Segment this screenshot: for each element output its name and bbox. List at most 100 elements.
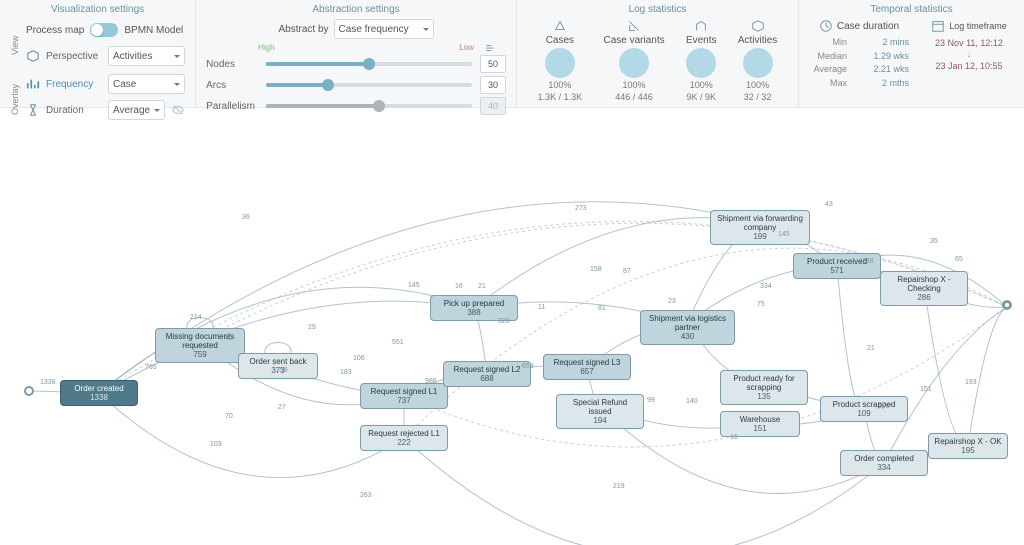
stat-name: Cases — [546, 35, 574, 46]
start-event[interactable] — [24, 386, 34, 396]
node-label: Request rejected L1 — [368, 429, 440, 438]
edge-label: 36 — [242, 214, 250, 221]
clock-icon — [819, 19, 833, 33]
edge-label: 183 — [340, 369, 352, 376]
node-label: Order completed — [854, 454, 914, 463]
edge-label: 193 — [965, 379, 977, 386]
log-title: Log statistics — [527, 4, 788, 15]
stat-dial — [545, 48, 575, 78]
stat-pct: 100% — [548, 80, 571, 90]
arcs-spinner[interactable]: 30 — [480, 76, 506, 94]
timeframe-start: 23 Nov 11, 12:12 — [924, 38, 1014, 48]
activity-node[interactable]: Special Refund issued194 — [556, 394, 644, 429]
stat-events[interactable]: Events 100% 9K / 9K — [686, 19, 717, 102]
low-label: Low — [459, 43, 474, 56]
edge-label: 765 — [145, 364, 157, 371]
edge-label: 140 — [686, 398, 698, 405]
log-timeframe-title: Log timeframe — [949, 21, 1007, 31]
activity-node[interactable]: Missing documents requested759 — [155, 328, 245, 363]
edge-label: 65 — [955, 256, 963, 263]
stat-ratio: 1.3K / 1.3K — [538, 92, 583, 102]
end-event[interactable] — [1002, 300, 1012, 310]
edge-label: 16 — [455, 283, 463, 290]
edge-label: 16 — [730, 434, 738, 441]
frequency-select[interactable]: Case — [108, 74, 185, 94]
edge-label: 103 — [210, 441, 222, 448]
activity-node[interactable]: Product scrapped109 — [820, 396, 908, 422]
perspective-select[interactable]: Activities — [108, 46, 185, 66]
node-count: 151 — [753, 424, 766, 433]
edge-label: 145 — [408, 282, 420, 289]
edge-label: 653 — [522, 363, 534, 370]
node-label: Order sent back — [250, 357, 307, 366]
activity-node[interactable]: Repairshop X - Checking286 — [880, 271, 968, 306]
activity-node[interactable]: Repairshop X - OK195 — [928, 433, 1008, 459]
arcs-slider[interactable] — [266, 83, 472, 87]
node-label: Request signed L2 — [454, 365, 521, 374]
stat-dial — [743, 48, 773, 78]
edge-label: 286 — [862, 258, 874, 265]
stat-pct: 100% — [623, 80, 646, 90]
activity-node[interactable]: Order completed334 — [840, 450, 928, 476]
edge-label: 151 — [920, 386, 932, 393]
stat-ratio: 32 / 32 — [744, 92, 772, 102]
stat-icon — [553, 19, 567, 33]
edge-label: 27 — [278, 404, 286, 411]
nodes-slider[interactable] — [266, 62, 472, 66]
stat-activities[interactable]: Activities 100% 32 / 32 — [738, 19, 777, 102]
edge-label: 258 — [276, 367, 288, 374]
edge-label: 273 — [575, 205, 587, 212]
perspective-label: Perspective — [46, 51, 102, 62]
node-label: Repairshop X - OK — [934, 437, 1001, 446]
duration-row: Median1.29 wks — [809, 50, 909, 64]
activity-node[interactable]: Shipment via logistics partner430 — [640, 310, 735, 345]
node-count: 571 — [830, 266, 843, 275]
activity-node[interactable]: Product received571 — [793, 253, 881, 279]
edge-label: 986 — [425, 378, 437, 385]
edge-label: 219 — [613, 483, 625, 490]
duration-row: Min2 mins — [809, 36, 909, 50]
activity-node[interactable]: Request rejected L1222 — [360, 425, 448, 451]
edge-label: 551 — [392, 339, 404, 346]
stat-dial — [686, 48, 716, 78]
stat-cases[interactable]: Cases 100% 1.3K / 1.3K — [538, 19, 583, 102]
view-mode-toggle[interactable] — [90, 23, 118, 37]
activity-node[interactable]: Order sent back373 — [238, 353, 318, 379]
bpmn-model-label: BPMN Model — [124, 25, 183, 36]
stat-ratio: 9K / 9K — [686, 92, 716, 102]
activity-node[interactable]: Order created1338 — [60, 380, 138, 406]
viz-title: Visualization settings — [10, 4, 185, 15]
nodes-slider-label: Nodes — [206, 59, 258, 70]
edge-label: 263 — [360, 492, 372, 499]
settings-icon[interactable] — [485, 43, 495, 53]
abs-title: Abstraction settings — [206, 4, 506, 15]
stat-case-variants[interactable]: Case variants 100% 446 / 446 — [603, 19, 664, 102]
edge-label: 43 — [825, 201, 833, 208]
activity-node[interactable]: Request signed L3657 — [543, 354, 631, 380]
frequency-icon — [26, 77, 40, 91]
visualization-settings-panel: Visualization settings View Process map … — [0, 0, 196, 107]
nodes-spinner[interactable]: 50 — [480, 55, 506, 73]
activity-node[interactable]: Product ready for scrapping135 — [720, 370, 808, 405]
node-label: Repairshop X - Checking — [886, 275, 962, 293]
activity-node[interactable]: Request signed L2688 — [443, 361, 531, 387]
node-label: Product ready for scrapping — [726, 374, 802, 392]
process-map-canvas[interactable]: 1338 Order created1338Missing documents … — [0, 108, 1024, 545]
stat-name: Case variants — [603, 35, 664, 46]
abstraction-settings-panel: Abstraction settings Abstract by Case fr… — [196, 0, 517, 107]
temp-title: Temporal statistics — [809, 4, 1014, 15]
edge-label: 214 — [190, 314, 202, 321]
activity-node[interactable]: Shipment via forwarding company199 — [710, 210, 810, 245]
timeframe-end: 23 Jan 12, 10:55 — [924, 61, 1014, 71]
activity-node[interactable]: Request signed L1737 — [360, 383, 448, 409]
edge-label: 158 — [590, 266, 602, 273]
node-count: 388 — [467, 308, 480, 317]
toolbar: Visualization settings View Process map … — [0, 0, 1024, 108]
node-label: Request signed L3 — [554, 358, 621, 367]
duration-row: Average2.21 wks — [809, 63, 909, 77]
frequency-label: Frequency — [46, 79, 102, 90]
edge-label: 21 — [478, 283, 486, 290]
node-label: Special Refund issued — [562, 398, 638, 416]
abstract-by-select[interactable]: Case frequency — [334, 19, 434, 39]
stat-pct: 100% — [690, 80, 713, 90]
